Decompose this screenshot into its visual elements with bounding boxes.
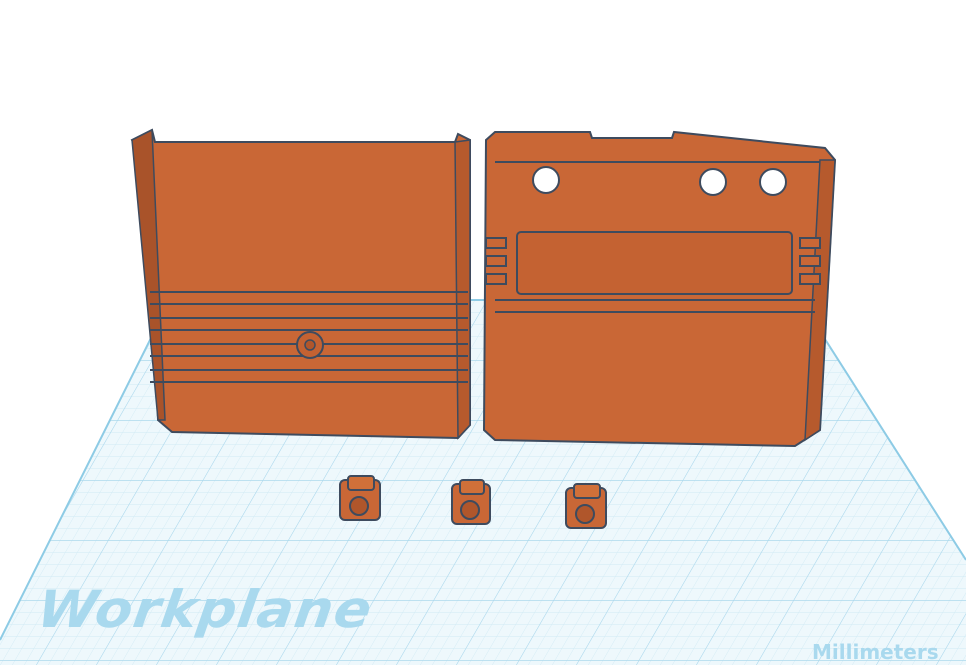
cartridge-back-shell[interactable] xyxy=(130,128,471,440)
workplane-label: Workplane xyxy=(33,579,377,640)
cartridge-front-shell[interactable] xyxy=(482,130,837,448)
spacer-clip-3[interactable] xyxy=(565,483,607,529)
spacer-clip-2[interactable] xyxy=(451,479,491,525)
units-label: Millimeters xyxy=(812,640,939,664)
3d-viewport[interactable] xyxy=(0,0,966,665)
spacer-clip-1[interactable] xyxy=(339,475,381,521)
